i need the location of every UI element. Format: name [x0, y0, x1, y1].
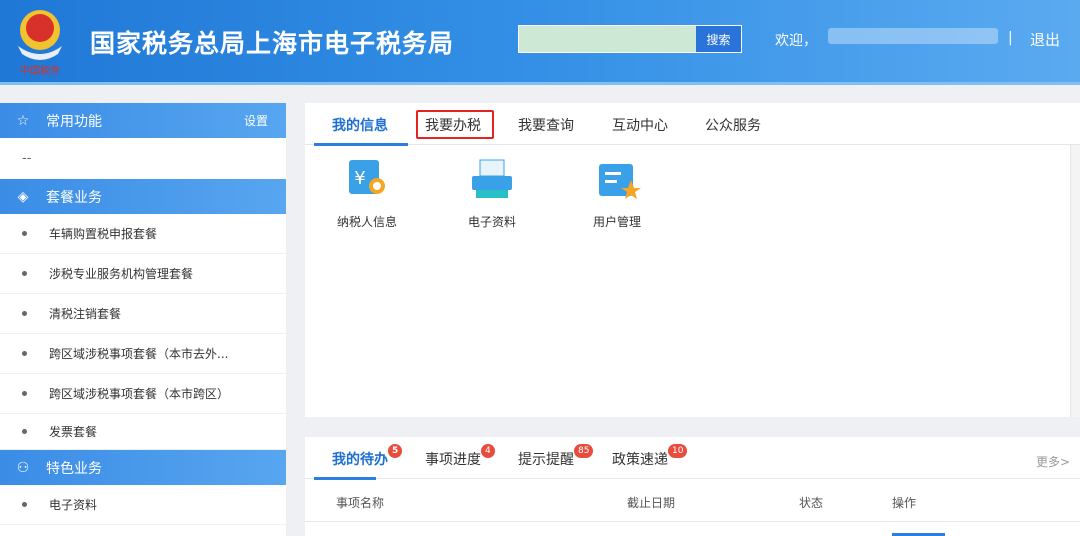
column-header-status: 状态	[799, 496, 824, 510]
welcome-text: 欢迎，	[775, 33, 817, 49]
count-badge: 10	[668, 444, 688, 458]
tax-emblem-logo: 中国税务	[18, 10, 62, 77]
more-link[interactable]: 更多>	[1036, 453, 1070, 470]
tab-query[interactable]: 我要查询	[518, 115, 574, 135]
section-label: 特色业务	[46, 460, 102, 477]
item-label: 车辆购置税申报套餐	[49, 227, 158, 241]
search-input[interactable]	[519, 26, 696, 52]
bullet-icon	[22, 231, 27, 236]
todo-tabs: 我的待办5 事项进度4 提示提醒85 政策速递10 更多>	[305, 437, 1080, 480]
tab-my-todo[interactable]: 我的待办5	[332, 444, 403, 469]
count-badge: 4	[481, 444, 495, 458]
item-label: 跨区域涉税事项套餐（本市跨区）	[49, 387, 230, 401]
sidebar-item[interactable]: 发票套餐	[0, 414, 286, 450]
user-management-icon	[599, 164, 641, 199]
todo-panel: 我的待办5 事项进度4 提示提醒85 政策速递10 更多> 事项名称 截止日期 …	[305, 437, 1080, 536]
settings-link[interactable]: 设置	[244, 112, 268, 129]
bullet-icon	[22, 502, 27, 507]
tab-interaction[interactable]: 互动中心	[612, 115, 668, 135]
tab-label: 我的待办	[332, 452, 388, 468]
star-icon: ☆	[16, 112, 30, 129]
active-tab-indicator	[314, 143, 408, 146]
site-title: 国家税务总局上海市电子税务局	[90, 29, 455, 58]
list-item: --	[22, 151, 32, 166]
bullet-icon	[22, 271, 27, 276]
sidebar-item[interactable]: 跨区域涉税事项套餐（本市去外...	[0, 334, 286, 374]
header: 中国税务 国家税务总局上海市电子税务局 搜索 欢迎， | 退出	[0, 0, 1080, 85]
sidebar-section-featured[interactable]: ⚇ 特色业务	[0, 450, 286, 485]
search-box: 搜索	[518, 25, 742, 53]
item-label: 发票套餐	[49, 425, 98, 439]
tab-label: 政策速递	[612, 452, 668, 468]
tile-label: 电子资料	[467, 215, 516, 229]
item-label: 涉税专业服务机构管理套餐	[49, 267, 194, 281]
count-badge: 85	[574, 444, 594, 458]
grid-icon: ⚇	[16, 459, 30, 476]
sidebar: ☆ 常用功能 设置 -- ◈ 套餐业务 车辆购置税申报套餐 涉税专业服务机构管理套餐 …	[0, 103, 286, 536]
section-label: 常用功能	[46, 113, 102, 130]
tab-my-info[interactable]: 我的信息	[332, 115, 388, 135]
search-button[interactable]: 搜索	[696, 26, 741, 52]
tile-e-documents[interactable]: 电子资料	[442, 158, 542, 230]
username-redacted	[828, 28, 998, 44]
highlight-box	[416, 110, 494, 139]
tab-label: 事项进度	[425, 452, 481, 468]
column-header-action: 操作	[892, 496, 917, 510]
bullet-icon	[22, 351, 27, 356]
taxpayer-info-icon: ¥	[349, 160, 385, 194]
active-tab-indicator	[314, 477, 376, 480]
bullet-icon	[22, 311, 27, 316]
tile-taxpayer-info[interactable]: ¥ 纳税人信息	[317, 158, 417, 230]
sidebar-item[interactable]: 跨区域涉税事项套餐（本市跨区）	[0, 374, 286, 414]
sidebar-item[interactable]: 车辆购置税申报套餐	[0, 214, 286, 254]
layers-icon: ◈	[17, 188, 29, 205]
sidebar-item[interactable]: 清税注销套餐	[0, 294, 286, 334]
tab-public-service[interactable]: 公众服务	[705, 115, 761, 135]
tab-progress[interactable]: 事项进度4	[425, 444, 495, 469]
divider	[305, 521, 1080, 522]
tile-label: 纳税人信息	[336, 215, 397, 229]
item-label: 清税注销套餐	[49, 307, 122, 321]
separator: |	[1008, 30, 1013, 46]
logout-link[interactable]: 退出	[1030, 29, 1060, 50]
sidebar-section-packages[interactable]: ◈ 套餐业务	[0, 179, 286, 214]
svg-text:中国税务: 中国税务	[20, 64, 60, 77]
main-tabs: 我的信息 我要办税 我要查询 互动中心 公众服务	[305, 103, 1080, 146]
column-header-deadline: 截止日期	[627, 496, 676, 510]
tab-reminders[interactable]: 提示提醒85	[518, 444, 594, 469]
tab-label: 提示提醒	[518, 452, 574, 468]
e-documents-icon	[472, 159, 512, 198]
tab-policy[interactable]: 政策速递10	[612, 444, 688, 469]
count-badge: 5	[388, 444, 403, 458]
sidebar-item[interactable]: 涉税专业服务机构管理套餐	[0, 254, 286, 294]
tile-user-management[interactable]: 用户管理	[567, 158, 667, 230]
item-label: 跨区域涉税事项套餐（本市去外...	[49, 347, 229, 361]
item-label: 电子资料	[49, 498, 98, 512]
scrollbar[interactable]	[1070, 145, 1080, 417]
svg-text:¥: ¥	[354, 168, 365, 189]
tile-label: 用户管理	[592, 215, 641, 229]
sidebar-section-common[interactable]: ☆ 常用功能 设置	[0, 103, 286, 138]
section-label: 套餐业务	[46, 189, 102, 206]
bullet-icon	[22, 429, 27, 434]
sidebar-item[interactable]: 电子资料	[0, 485, 286, 525]
main-panel: 我的信息 我要办税 我要查询 互动中心 公众服务 ¥ 纳税人信息 电子资料 用户…	[305, 103, 1080, 417]
column-header-name: 事项名称	[336, 496, 385, 510]
bullet-icon	[22, 391, 27, 396]
